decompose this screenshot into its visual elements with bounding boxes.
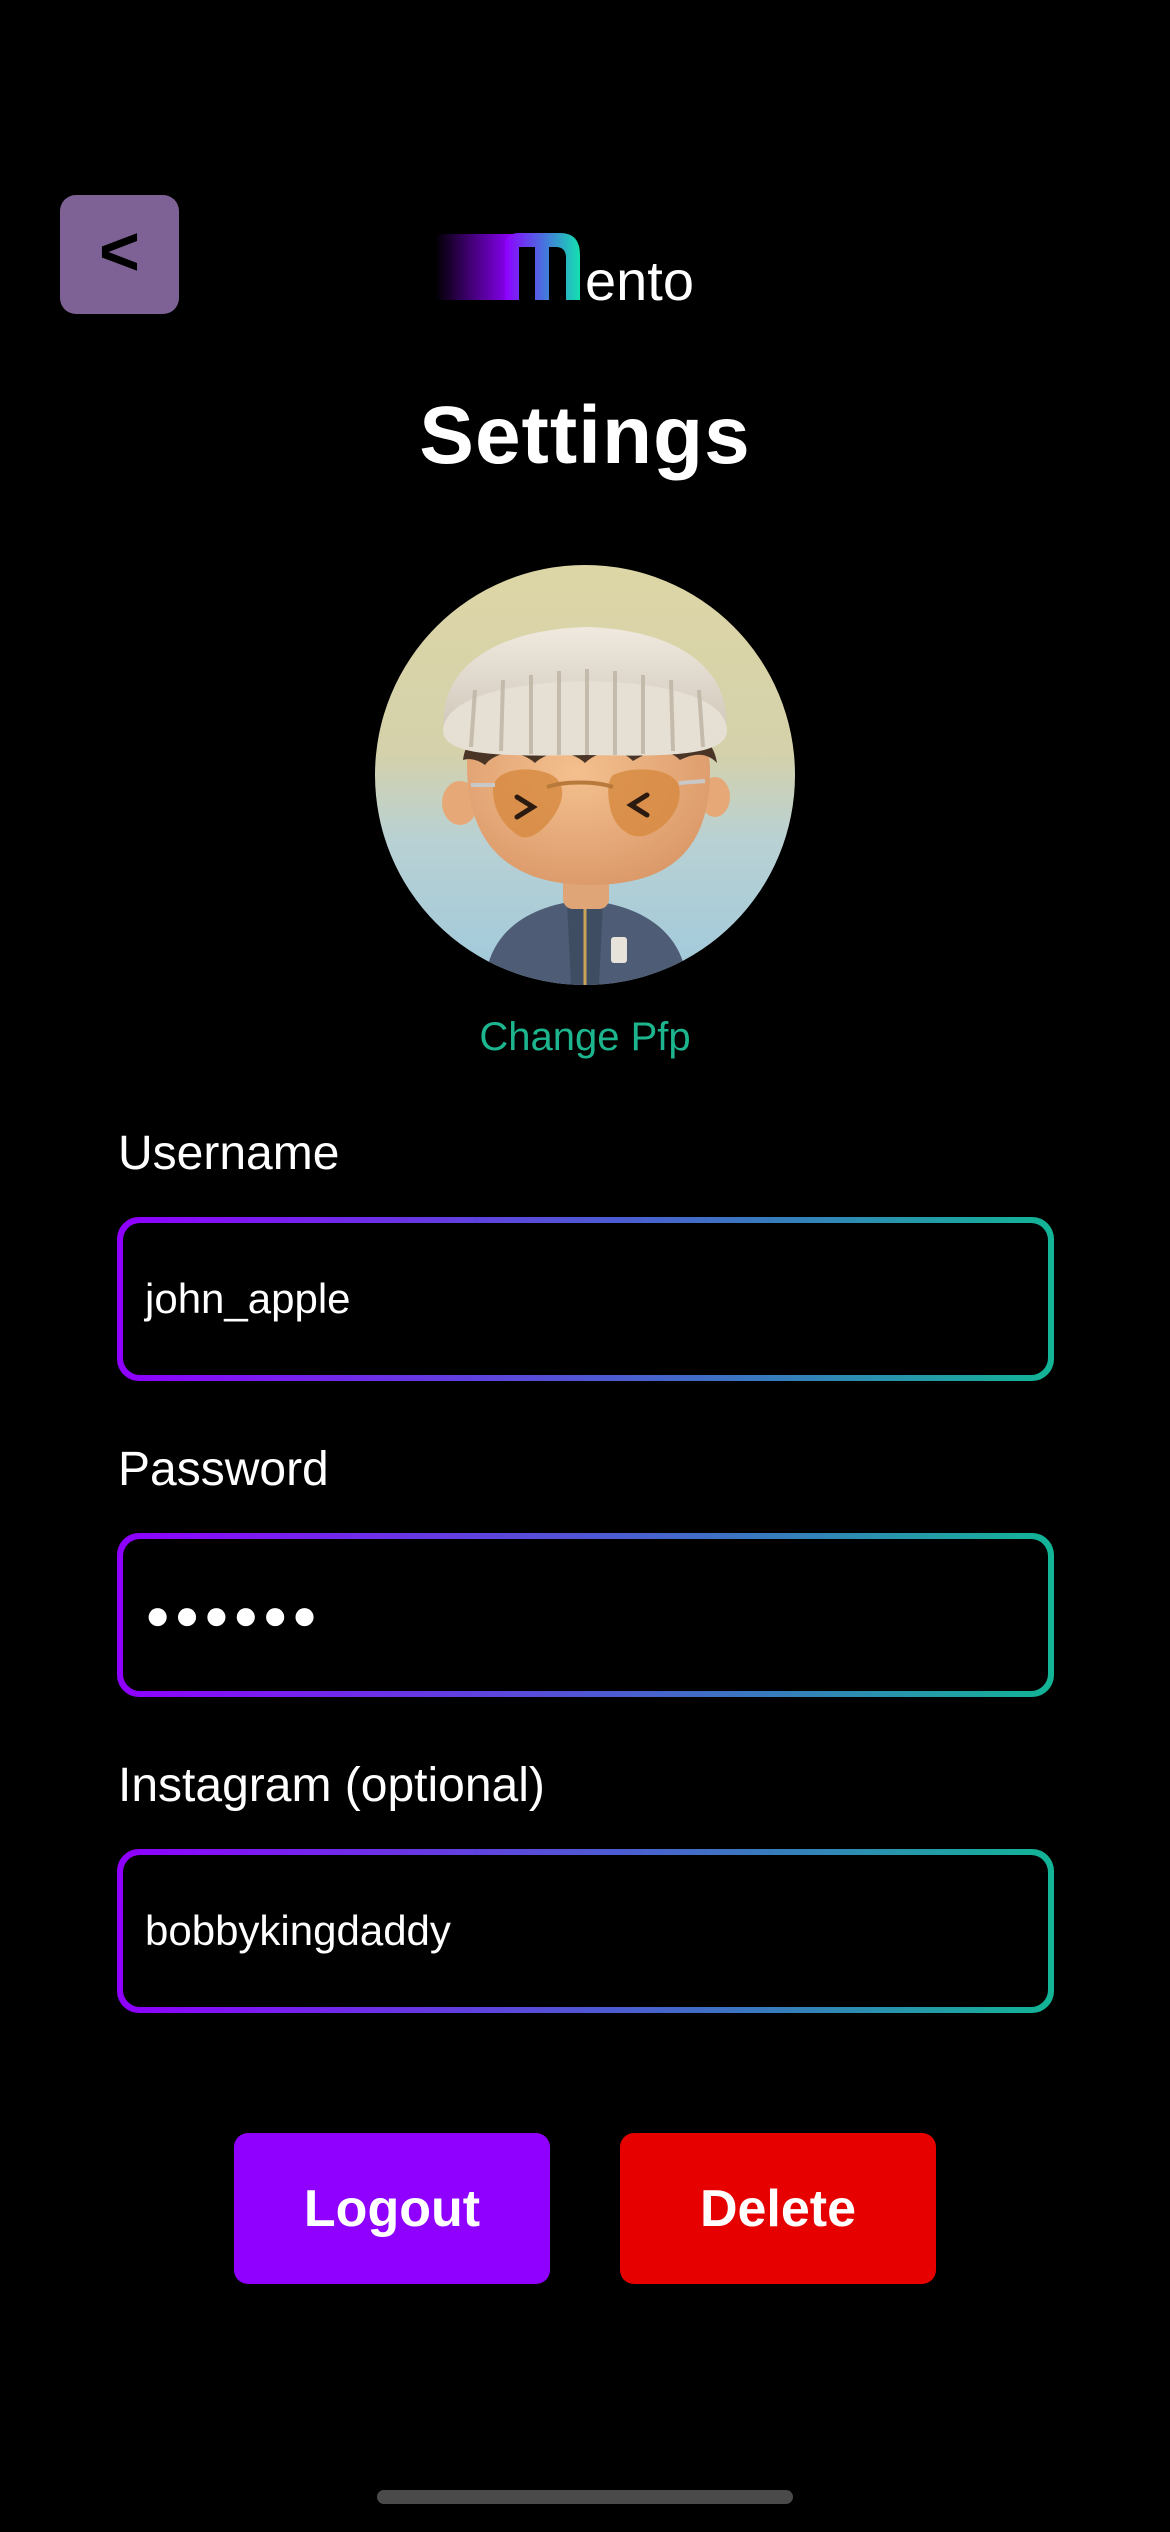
home-indicator (377, 2490, 793, 2504)
change-pfp-link[interactable]: Change Pfp (0, 1015, 1170, 1060)
avatar-illustration (375, 565, 795, 985)
password-field[interactable]: ●●●●●● (117, 1533, 1054, 1697)
username-label: Username (118, 1127, 340, 1180)
username-field[interactable]: john_apple (117, 1217, 1054, 1381)
password-label: Password (118, 1443, 329, 1496)
logo-text: ento (585, 249, 694, 308)
username-value: john_apple (145, 1275, 351, 1322)
instagram-field[interactable]: bobbykingdaddy (117, 1849, 1054, 2013)
instagram-value: bobbykingdaddy (145, 1907, 451, 1954)
password-field-inner[interactable]: ●●●●●● (123, 1539, 1048, 1691)
instagram-label: Instagram (optional) (118, 1759, 545, 1812)
password-value: ●●●●●● (145, 1591, 322, 1638)
delete-button[interactable]: Delete (620, 2133, 936, 2284)
back-chevron-icon: < (99, 211, 140, 290)
page-title: Settings (419, 390, 751, 481)
mento-logo: ento (435, 233, 694, 308)
back-button[interactable]: < (60, 195, 179, 314)
username-field-inner[interactable]: john_apple (123, 1223, 1048, 1375)
logout-button[interactable]: Logout (234, 2133, 550, 2284)
avatar[interactable] (375, 565, 795, 985)
instagram-field-inner[interactable]: bobbykingdaddy (123, 1855, 1048, 2007)
